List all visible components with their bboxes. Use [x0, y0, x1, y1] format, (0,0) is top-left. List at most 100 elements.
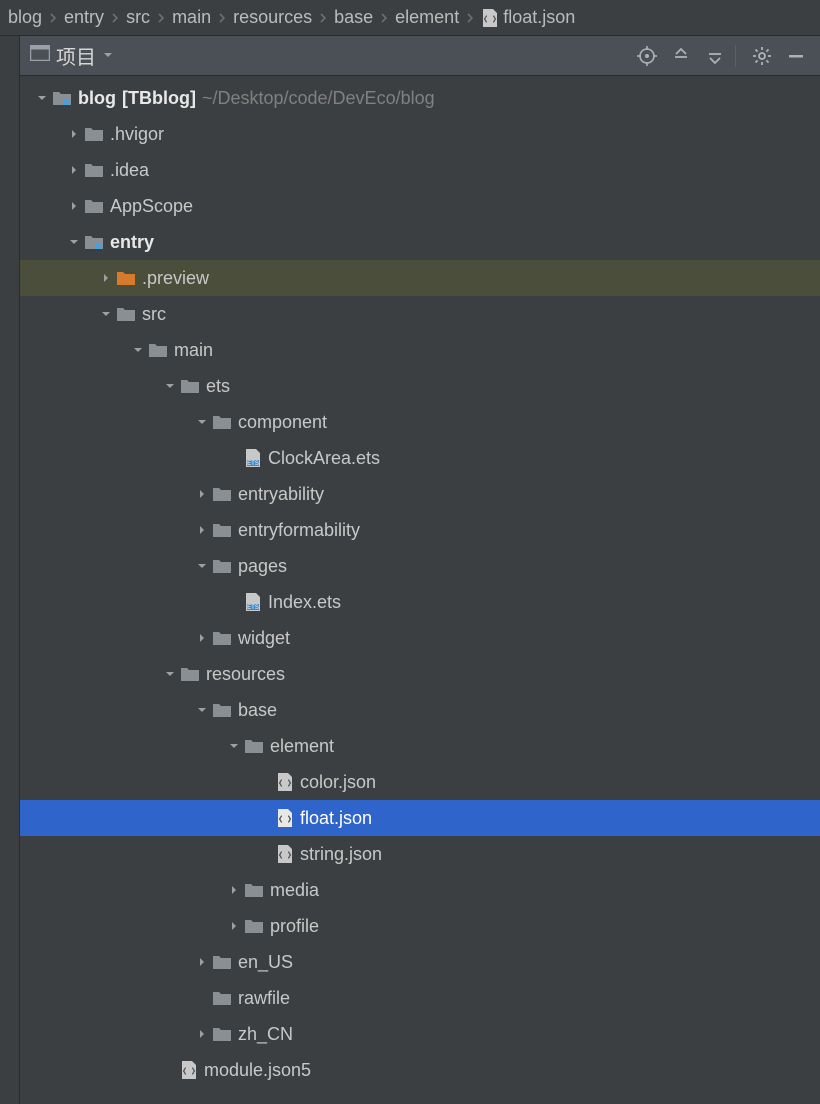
- tree-row[interactable]: color.json: [20, 764, 820, 800]
- tree-row[interactable]: entryability: [20, 476, 820, 512]
- chevron-down-icon[interactable]: [160, 380, 180, 392]
- tree-row[interactable]: module.json5: [20, 1052, 820, 1088]
- tree-row[interactable]: element: [20, 728, 820, 764]
- project-icon: [52, 90, 72, 106]
- tree-row[interactable]: float.json: [20, 800, 820, 836]
- chevron-right-icon[interactable]: [64, 200, 84, 212]
- folder-icon: [212, 1026, 232, 1042]
- breadcrumb-label: element: [395, 7, 459, 28]
- tree-row[interactable]: component: [20, 404, 820, 440]
- tree-row[interactable]: ets: [20, 368, 820, 404]
- folder-icon: [212, 558, 232, 574]
- tree-label: string.json: [300, 844, 382, 865]
- header-separator: [735, 45, 736, 67]
- tree-row[interactable]: en_US: [20, 944, 820, 980]
- json-icon: [276, 772, 294, 792]
- folder-icon: [84, 198, 104, 214]
- tree-label: float.json: [300, 808, 372, 829]
- tree-row[interactable]: src: [20, 296, 820, 332]
- tree-row[interactable]: AppScope: [20, 188, 820, 224]
- tree-row[interactable]: rawfile: [20, 980, 820, 1016]
- tree-label: color.json: [300, 772, 376, 793]
- json-icon: [180, 1060, 198, 1080]
- breadcrumb-label: src: [126, 7, 150, 28]
- chevron-down-icon[interactable]: [96, 308, 116, 320]
- tree-row[interactable]: main: [20, 332, 820, 368]
- chevron-down-icon[interactable]: [192, 560, 212, 572]
- chevron-down-icon[interactable]: [128, 344, 148, 356]
- folder-icon: [212, 630, 232, 646]
- tree-label: AppScope: [110, 196, 193, 217]
- tree-row[interactable]: string.json: [20, 836, 820, 872]
- main-area: 项目 blog[TBblog]~/Des: [0, 36, 820, 1104]
- tree-row[interactable]: .preview: [20, 260, 820, 296]
- tree-row[interactable]: entry: [20, 224, 820, 260]
- hide-icon[interactable]: [782, 42, 810, 70]
- project-tree[interactable]: blog [TBblog] ~/Desktop/code/DevEco/blog .h…: [20, 76, 820, 1104]
- chevron-right-icon[interactable]: [192, 632, 212, 644]
- tree-row[interactable]: .idea: [20, 152, 820, 188]
- chevron-down-icon[interactable]: [192, 416, 212, 428]
- locate-icon[interactable]: [633, 42, 661, 70]
- chevron-down-icon[interactable]: [224, 740, 244, 752]
- tree-row[interactable]: media: [20, 872, 820, 908]
- breadcrumb-item[interactable]: main: [168, 7, 215, 28]
- chevron-right-icon[interactable]: [192, 524, 212, 536]
- breadcrumb-label: main: [172, 7, 211, 28]
- tree-row[interactable]: resources: [20, 656, 820, 692]
- chevron-down-icon[interactable]: [192, 704, 212, 716]
- tree-row[interactable]: profile: [20, 908, 820, 944]
- tree-row[interactable]: ETSIndex.ets: [20, 584, 820, 620]
- chevron-right-icon[interactable]: [224, 920, 244, 932]
- breadcrumb-label: float.json: [503, 7, 575, 28]
- json-icon: [276, 844, 294, 864]
- tree-row[interactable]: base: [20, 692, 820, 728]
- tree-label: base: [238, 700, 277, 721]
- collapse-all-icon[interactable]: [701, 42, 729, 70]
- chevron-right-icon[interactable]: [64, 128, 84, 140]
- breadcrumb-item[interactable]: element: [391, 7, 463, 28]
- chevron-right-icon[interactable]: [192, 488, 212, 500]
- tree-row[interactable]: zh_CN: [20, 1016, 820, 1052]
- breadcrumb-item[interactable]: base: [330, 7, 377, 28]
- chevron-right-icon[interactable]: [224, 884, 244, 896]
- breadcrumb-item[interactable]: float.json: [477, 7, 579, 28]
- breadcrumb-label: resources: [233, 7, 312, 28]
- tree-label: entryformability: [238, 520, 360, 541]
- breadcrumb-item[interactable]: blog: [4, 7, 46, 28]
- chevron-down-icon[interactable]: [64, 236, 84, 248]
- chevron-right-icon[interactable]: [192, 956, 212, 968]
- breadcrumb-item[interactable]: resources: [229, 7, 316, 28]
- tree-row-root[interactable]: blog [TBblog] ~/Desktop/code/DevEco/blog: [20, 80, 820, 116]
- chevron-right-icon[interactable]: [192, 1028, 212, 1040]
- breadcrumb-label: blog: [8, 7, 42, 28]
- tree-row[interactable]: widget: [20, 620, 820, 656]
- folder-icon: [212, 954, 232, 970]
- folder-icon: [244, 738, 264, 754]
- chevron-down-icon[interactable]: [32, 92, 52, 104]
- breadcrumb-item[interactable]: entry: [60, 7, 108, 28]
- breadcrumb-item[interactable]: src: [122, 7, 154, 28]
- chevron-right-icon[interactable]: [96, 272, 116, 284]
- tree-row[interactable]: ETSClockArea.ets: [20, 440, 820, 476]
- tree-row[interactable]: entryformability: [20, 512, 820, 548]
- ets-icon: ETS: [244, 592, 262, 612]
- tree-label: .hvigor: [110, 124, 164, 145]
- project-view-selector[interactable]: 项目: [30, 41, 114, 70]
- project-bracket: [TBblog]: [122, 88, 196, 109]
- project-path: ~/Desktop/code/DevEco/blog: [202, 88, 435, 109]
- tree-row[interactable]: .hvigor: [20, 116, 820, 152]
- tree-label: element: [270, 736, 334, 757]
- folder-icon: [212, 702, 232, 718]
- expand-all-icon[interactable]: [667, 42, 695, 70]
- tree-label: blog: [78, 88, 116, 109]
- tree-label: entryability: [238, 484, 324, 505]
- svg-text:ETS: ETS: [247, 605, 259, 611]
- gear-icon[interactable]: [748, 42, 776, 70]
- tree-row[interactable]: pages: [20, 548, 820, 584]
- chevron-right-icon[interactable]: [64, 164, 84, 176]
- folder-icon: [244, 882, 264, 898]
- svg-text:ETS: ETS: [247, 461, 259, 467]
- chevron-down-icon[interactable]: [160, 668, 180, 680]
- folder-orange-icon: [116, 270, 136, 286]
